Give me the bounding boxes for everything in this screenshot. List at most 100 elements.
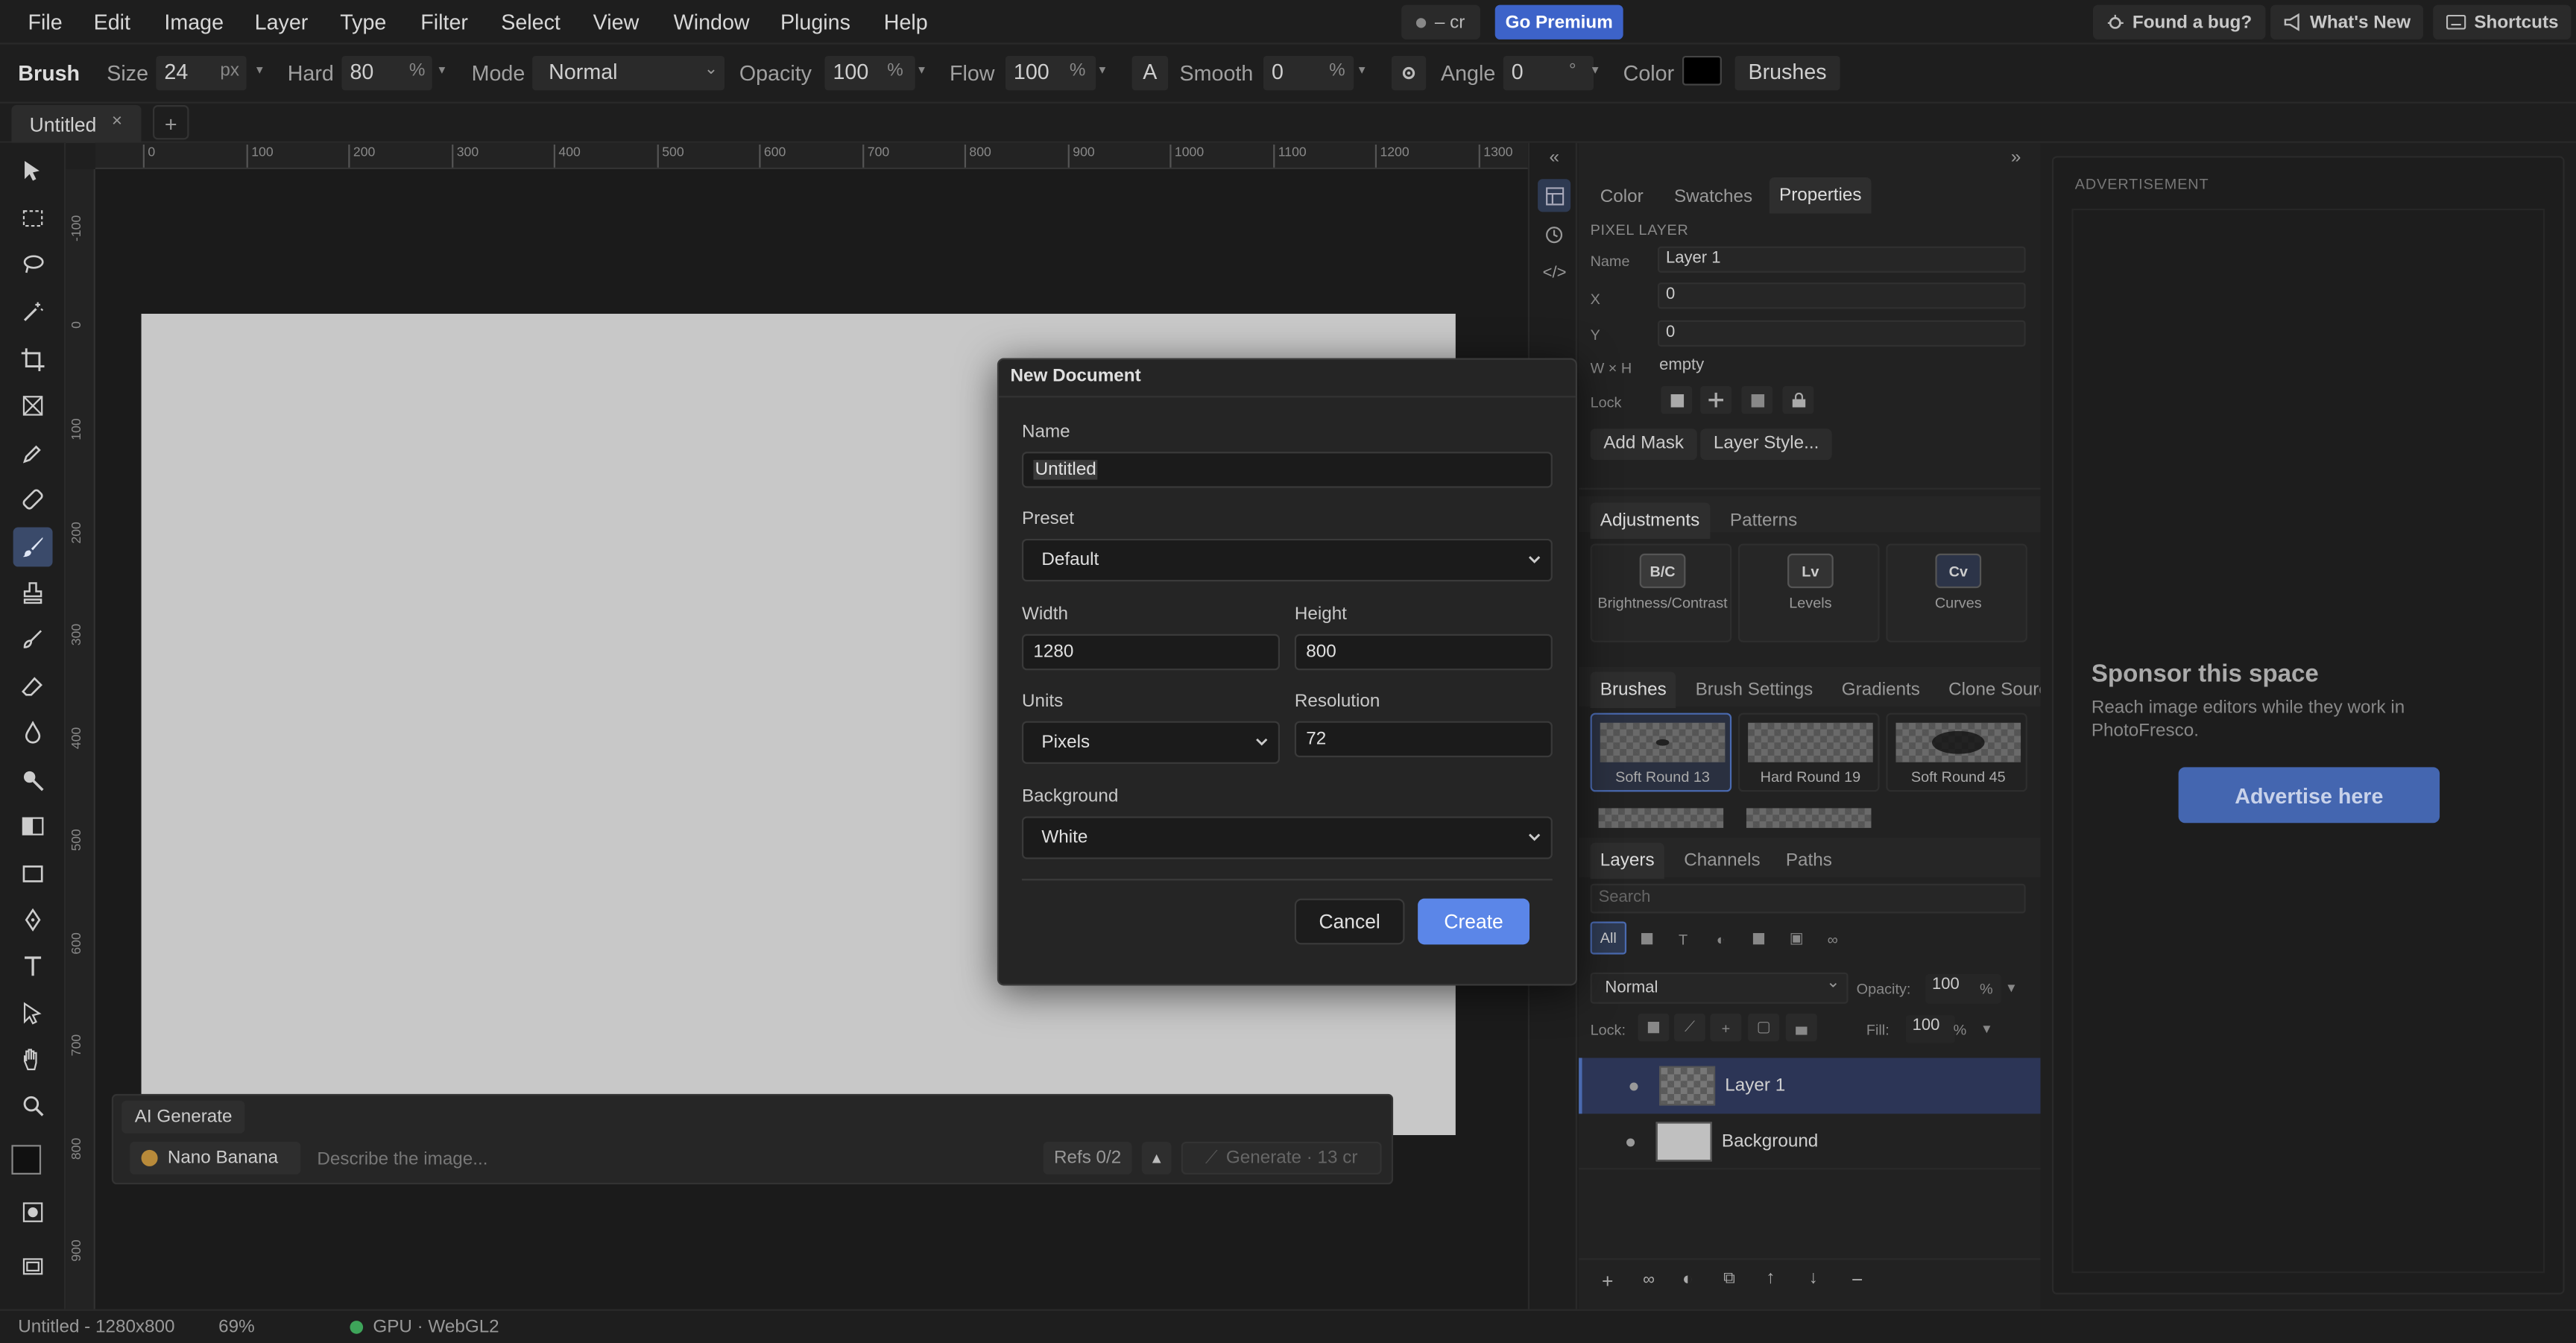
adjustment-levels[interactable]: Lv Levels	[1737, 543, 1880, 642]
delete-layer-icon[interactable]: −	[1852, 1268, 1863, 1292]
eyedropper-tool-icon[interactable]	[13, 434, 53, 473]
menu-image[interactable]: Image	[164, 10, 224, 34]
add-layer-icon[interactable]: +	[1602, 1270, 1613, 1293]
blend-mode-select[interactable]: Normal ⌄	[1590, 972, 1849, 1004]
size-stepper-icon[interactable]: ▾	[256, 63, 263, 78]
brush-thumbnail[interactable]	[1598, 808, 1724, 828]
filter-shape-icon[interactable]	[1743, 925, 1775, 952]
credits-indicator[interactable]: – cr	[1401, 4, 1480, 40]
eraser-tool-icon[interactable]	[13, 667, 53, 707]
crop-tool-icon[interactable]	[13, 340, 53, 379]
layer-x-field[interactable]: 0	[1657, 282, 2026, 309]
opacity-stepper-icon[interactable]: ▾	[918, 63, 925, 78]
menu-edit[interactable]: Edit	[94, 10, 130, 34]
brush-preset[interactable]: Hard Round 19	[1737, 712, 1880, 792]
tab-paths[interactable]: Paths	[1776, 843, 1842, 879]
layer-style-button[interactable]: Layer Style...	[1700, 429, 1833, 461]
gradient-tool-icon[interactable]	[13, 806, 53, 846]
tab-patterns[interactable]: Patterns	[1720, 502, 1808, 538]
filter-type-icon[interactable]: T	[1667, 925, 1699, 952]
tab-adjustments[interactable]: Adjustments	[1590, 502, 1710, 539]
filter-link-icon[interactable]: ∞	[1817, 925, 1849, 952]
advertise-here-button[interactable]: Advertise here	[2178, 767, 2440, 824]
smooth-stepper-icon[interactable]: ▾	[1359, 63, 1366, 78]
brush-tool-icon[interactable]	[13, 527, 53, 567]
cancel-button[interactable]: Cancel	[1294, 898, 1405, 945]
background-select[interactable]: White	[1021, 816, 1553, 859]
lock-pixels-icon[interactable]	[1638, 1013, 1670, 1042]
quick-mask-icon[interactable]	[13, 1192, 53, 1232]
menu-window[interactable]: Window	[674, 10, 750, 34]
ai-model-select[interactable]: Nano Banana	[130, 1141, 301, 1175]
lock-move-icon[interactable]: +	[1710, 1013, 1742, 1042]
menu-filter[interactable]: Filter	[420, 10, 468, 34]
adjustment-layer-icon[interactable]: ◐	[1682, 1270, 1693, 1289]
units-select[interactable]: Pixels	[1021, 721, 1280, 764]
menu-file[interactable]: File	[28, 10, 62, 34]
panel-divider[interactable]	[1579, 487, 2041, 495]
duplicate-layer-icon[interactable]: ⧉	[1723, 1270, 1735, 1288]
fill-stepper-icon[interactable]: ▾	[1983, 1020, 1990, 1038]
collapse-right-icon[interactable]: »	[2011, 148, 2021, 167]
resolution-input[interactable]: 72	[1294, 721, 1553, 758]
fill-input[interactable]: 100	[1905, 1015, 1955, 1043]
visibility-icon[interactable]	[1626, 1138, 1635, 1147]
angle-input[interactable]: 0	[1503, 55, 1594, 91]
mode-select[interactable]: Normal ⌄	[532, 55, 725, 91]
filter-pixel-icon[interactable]	[1632, 925, 1663, 952]
flow-stepper-icon[interactable]: ▾	[1099, 63, 1106, 78]
code-icon[interactable]: </>	[1543, 265, 1567, 282]
brush-thumbnail[interactable]	[1746, 808, 1872, 828]
type-tool-icon[interactable]	[13, 947, 53, 986]
tab-properties[interactable]: Properties	[1769, 177, 1872, 214]
lock-pixels-icon[interactable]	[1661, 385, 1693, 414]
healing-tool-icon[interactable]	[13, 480, 53, 519]
shortcuts-button[interactable]: Shortcuts	[2433, 4, 2572, 40]
menu-type[interactable]: Type	[340, 10, 386, 34]
lock-artboard-icon[interactable]: ▢	[1748, 1013, 1780, 1042]
move-layer-down-icon[interactable]: ↓	[1809, 1268, 1818, 1288]
frame-tool-icon[interactable]	[13, 386, 53, 426]
brush-preset[interactable]: Soft Round 13	[1590, 712, 1732, 792]
menu-select[interactable]: Select	[501, 10, 561, 34]
lock-artboard-icon[interactable]	[1741, 385, 1773, 414]
blur-tool-icon[interactable]	[13, 713, 53, 753]
filter-all-button[interactable]: All	[1590, 921, 1627, 955]
adjustment-brightness-contrast[interactable]: B/C Brightness/Contrast	[1590, 543, 1732, 642]
pen-tool-icon[interactable]	[13, 900, 53, 940]
stamp-tool-icon[interactable]	[13, 573, 53, 613]
brushes-button[interactable]: Brushes	[1734, 55, 1840, 91]
marquee-tool-icon[interactable]	[13, 199, 53, 238]
visibility-icon[interactable]	[1629, 1082, 1638, 1091]
airbrush-toggle[interactable]: A	[1131, 55, 1169, 91]
properties-panel-icon[interactable]	[1538, 179, 1571, 212]
hard-stepper-icon[interactable]: ▾	[438, 63, 445, 78]
layer-row[interactable]: Layer 1	[1579, 1058, 2041, 1114]
lock-brush-icon[interactable]: ⟋	[1673, 1013, 1705, 1042]
ai-generate-button[interactable]: ⟋ Generate · 13 cr	[1181, 1141, 1382, 1175]
filter-adjustment-icon[interactable]: ◐	[1705, 925, 1737, 952]
opacity-stepper-icon[interactable]: ▾	[2007, 979, 2015, 997]
lock-all-icon[interactable]	[1782, 385, 1814, 414]
lasso-tool-icon[interactable]	[13, 244, 53, 284]
width-input[interactable]: 1280	[1021, 633, 1280, 671]
ai-generate-tab[interactable]: AI Generate	[121, 1100, 246, 1134]
menu-layer[interactable]: Layer	[255, 10, 309, 34]
found-bug-button[interactable]: Found a bug?	[2093, 4, 2265, 40]
layer-y-field[interactable]: 0	[1657, 320, 2026, 347]
link-layers-icon[interactable]: ∞	[1643, 1271, 1655, 1289]
go-premium-button[interactable]: Go Premium	[1494, 4, 1623, 40]
ai-refs-button[interactable]: Refs 0/2	[1043, 1141, 1132, 1175]
screen-mode-icon[interactable]	[13, 1247, 53, 1286]
preset-select[interactable]: Default	[1021, 538, 1553, 582]
whats-new-button[interactable]: What's New	[2270, 4, 2424, 40]
layer-row[interactable]: Background	[1579, 1113, 2041, 1170]
close-icon[interactable]: ×	[112, 112, 122, 131]
status-zoom[interactable]: 69%	[218, 1318, 255, 1337]
lock-position-icon[interactable]	[1700, 385, 1732, 414]
tab-layers[interactable]: Layers	[1590, 842, 1664, 879]
foreground-color-swatch[interactable]	[11, 1145, 42, 1175]
tab-color[interactable]: Color	[1591, 179, 1653, 215]
move-tool-icon[interactable]	[13, 151, 53, 191]
settings-gear-icon[interactable]	[1391, 55, 1427, 91]
